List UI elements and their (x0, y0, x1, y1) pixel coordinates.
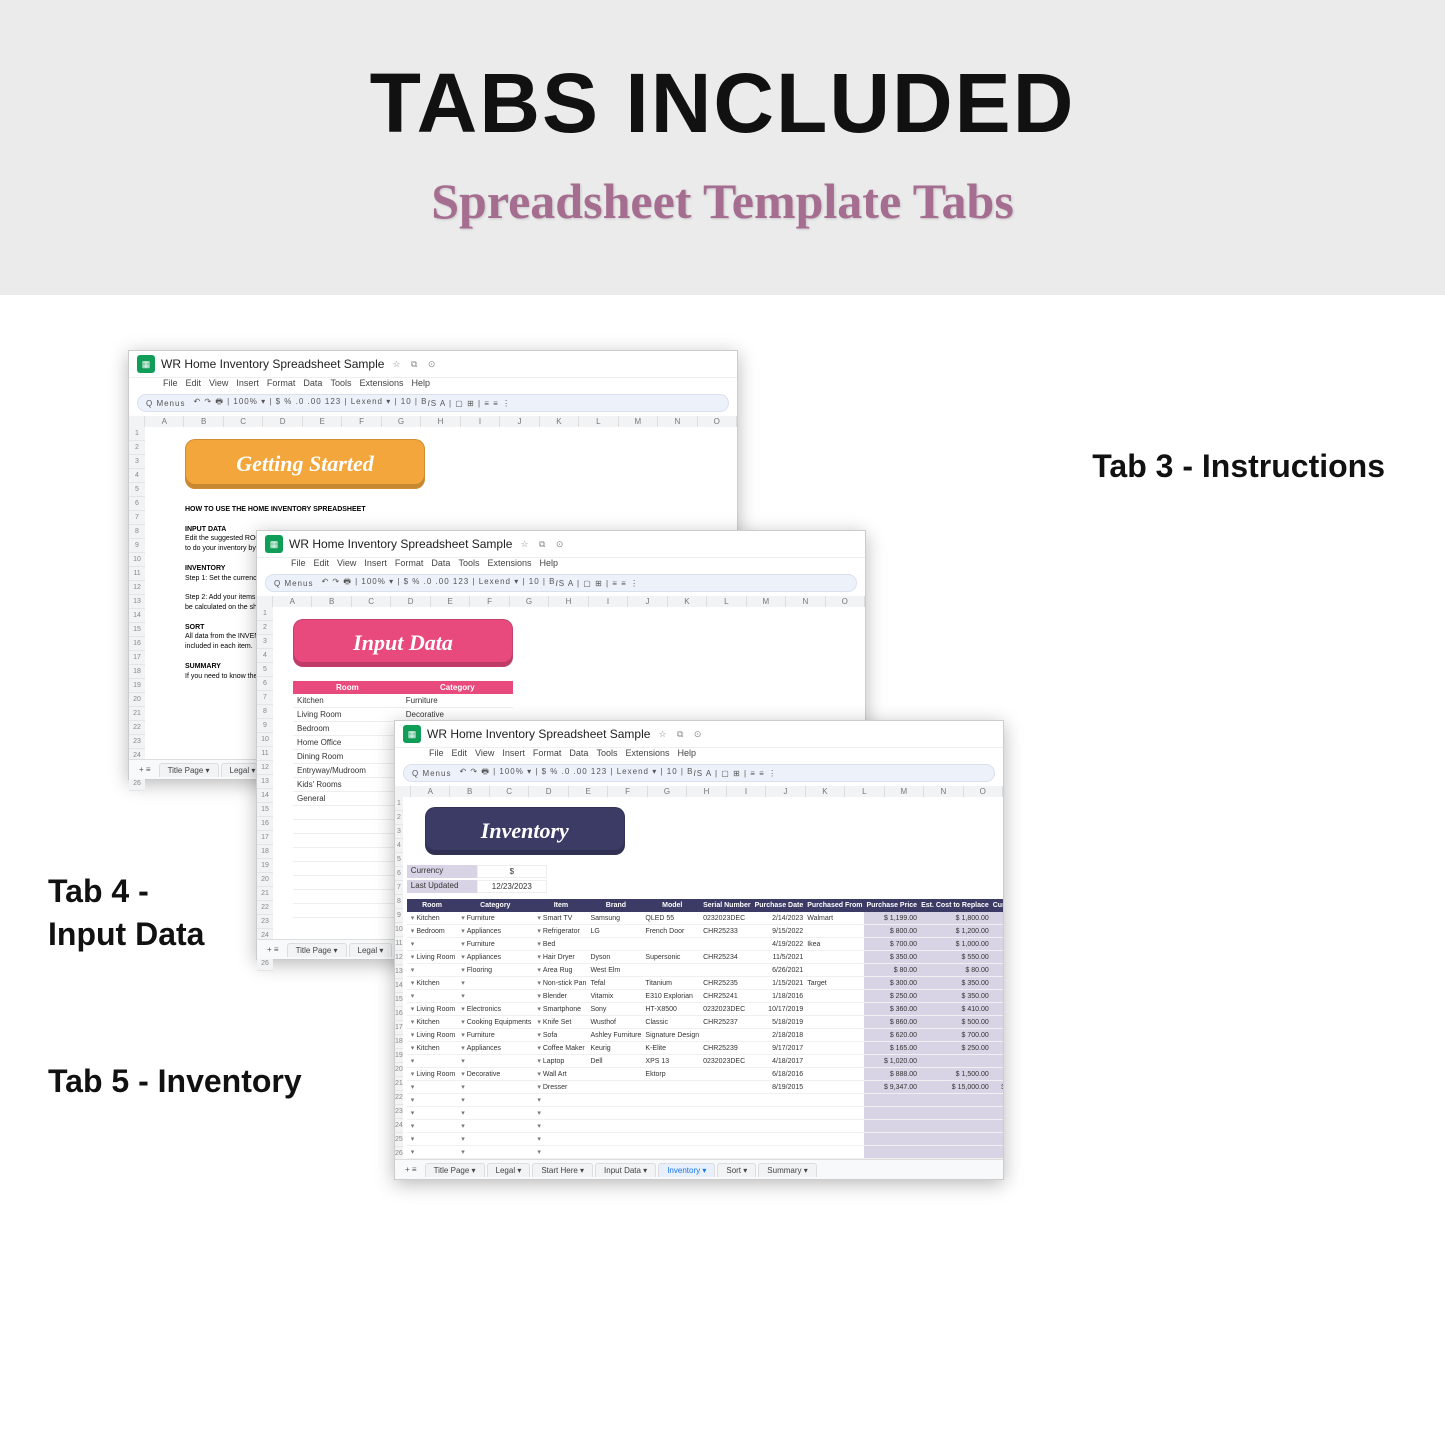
doc-action-icons: ☆ ⧉ ⊙ (392, 359, 439, 370)
tab-start-here[interactable]: Start Here ▾ (532, 1163, 593, 1177)
tab-input-data[interactable]: Input Data ▾ (595, 1163, 656, 1177)
tab-legal[interactable]: Legal ▾ (349, 943, 393, 957)
col-headers: ABCDEFGHIJKLMNO (129, 416, 737, 427)
label-tab5: Tab 5 - Inventory (48, 1060, 302, 1103)
label-tab4: Tab 4 - Input Data (48, 870, 204, 956)
menubar[interactable]: FileEditViewInsertFormatDataToolsExtensi… (129, 378, 737, 392)
sheet-inventory: ▦ WR Home Inventory Spreadsheet Sample ☆… (394, 720, 1004, 1180)
tab-summary[interactable]: Summary ▾ (758, 1163, 816, 1177)
row-gutter: 1234567891011121314151617181920212223242… (129, 427, 145, 791)
label-tab3: Tab 3 - Instructions (1092, 445, 1385, 488)
sheets-icon: ▦ (403, 725, 421, 743)
tab-legal[interactable]: Legal ▾ (487, 1163, 531, 1177)
badge-inventory: Inventory (425, 807, 625, 855)
hero-title: TABS INCLUDED (0, 55, 1445, 152)
tab-title-page[interactable]: Title Page ▾ (287, 943, 347, 957)
hero-banner: TABS INCLUDED Spreadsheet Template Tabs (0, 0, 1445, 295)
inventory-table: RoomCategoryItemBrandModelSerial NumberP… (407, 899, 1003, 1172)
titlebar: ▦ WR Home Inventory Spreadsheet Sample ☆… (129, 351, 737, 378)
sheets-icon: ▦ (265, 535, 283, 553)
hero-subtitle: Spreadsheet Template Tabs (0, 172, 1445, 230)
tab-title-page[interactable]: Title Page ▾ (159, 763, 219, 777)
badge-input-data: Input Data (293, 619, 513, 667)
tab-inventory[interactable]: Inventory ▾ (658, 1163, 715, 1177)
sheets-icon: ▦ (137, 355, 155, 373)
toolbar[interactable]: Q Menus↶ ↷ 🖶 | 100% ▾ | $ % .0 .00 123 |… (137, 394, 729, 412)
tab-sort[interactable]: Sort ▾ (717, 1163, 756, 1177)
tab-title-page[interactable]: Title Page ▾ (425, 1163, 485, 1177)
badge-getting-started: Getting Started (185, 439, 425, 489)
